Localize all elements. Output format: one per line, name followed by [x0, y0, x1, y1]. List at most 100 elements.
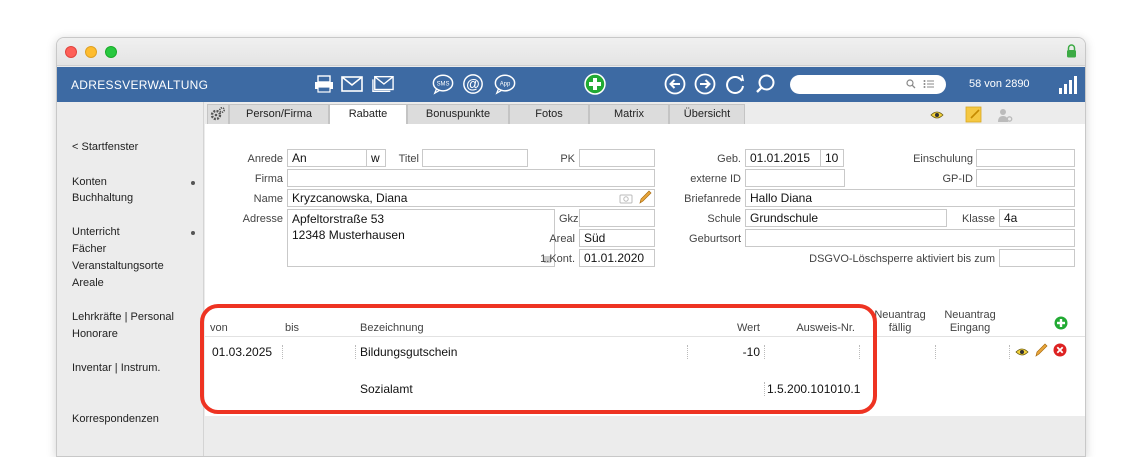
sidebar-item-inventar[interactable]: Inventar | Instrum. — [72, 362, 160, 374]
list-options-icon[interactable] — [923, 79, 935, 89]
gp-id-label: GP-ID — [942, 173, 973, 185]
add-row-icon[interactable] — [1054, 316, 1068, 330]
col-header-neuantrag-faellig-line1: Neuantrag — [874, 309, 926, 321]
briefanrede-field[interactable]: Hallo Diana — [745, 189, 1075, 207]
anrede-field[interactable]: An — [287, 149, 367, 167]
tab-bar: Person/Firma Rabatte Bonuspunkte Fotos M… — [205, 102, 1085, 125]
tab-uebersicht[interactable]: Übersicht — [669, 104, 745, 124]
rabatte-panel: Anrede An w Titel PK Firma Name Kryzcano… — [205, 124, 1085, 416]
add-icon[interactable] — [584, 73, 606, 95]
delete-row-icon[interactable] — [1053, 343, 1067, 357]
mail-icon[interactable] — [341, 73, 363, 95]
app-icon[interactable]: App — [494, 73, 516, 95]
titel-label: Titel — [398, 153, 419, 165]
main-toolbar: ADRESSVERWALTUNG SMS @ App 58 von 2890 — [57, 67, 1085, 102]
tab-bonuspunkte[interactable]: Bonuspunkte — [407, 104, 509, 124]
schule-field[interactable]: Grundschule — [745, 209, 947, 227]
user-settings-icon[interactable] — [997, 107, 1013, 123]
firma-field[interactable] — [287, 169, 655, 187]
minimize-window-button[interactable] — [85, 46, 97, 58]
tab-fotos[interactable]: Fotos — [509, 104, 589, 124]
svg-text:App: App — [500, 81, 511, 87]
row-sub-ausweis: 1.5.200.101010.1 — [767, 382, 861, 396]
tab-rabatte[interactable]: Rabatte — [329, 104, 407, 125]
eye-icon[interactable] — [930, 110, 944, 120]
sidebar-item-startfenster[interactable]: < Startfenster — [72, 141, 138, 153]
adresse-field[interactable]: Apfeltorstraße 53 12348 Musterhausen — [287, 209, 555, 267]
row-sub-bezeichnung: Sozialamt — [360, 382, 413, 396]
sidebar-item-areale[interactable]: Areale — [72, 277, 104, 289]
print-icon[interactable] — [313, 73, 335, 95]
sidebar-item-faecher[interactable]: Fächer — [72, 243, 106, 255]
adresse-label: Adresse — [242, 213, 283, 225]
zoom-window-button[interactable] — [105, 46, 117, 58]
dsgvo-field[interactable] — [999, 249, 1075, 267]
areal-field[interactable]: Süd — [579, 229, 655, 247]
row-von: 01.03.2025 — [212, 345, 273, 359]
tab-matrix[interactable]: Matrix — [589, 104, 669, 124]
gkz-field[interactable] — [579, 209, 655, 227]
sidebar-item-honorare[interactable]: Honorare — [72, 328, 118, 340]
geburtsort-field[interactable] — [745, 229, 1075, 247]
erstkontakt-field[interactable]: 01.01.2020 — [579, 249, 655, 267]
table-header-divider — [205, 336, 1085, 337]
lower-background — [205, 416, 1085, 456]
col-header-neuantrag-eingang: Neuantrag Eingang — [935, 309, 1005, 335]
pk-label: PK — [560, 153, 575, 165]
row-bezeichnung: Bildungsgutschein — [360, 345, 458, 359]
close-window-button[interactable] — [65, 46, 77, 58]
externe-id-field[interactable] — [745, 169, 845, 187]
erstkontakt-label: 1.Kont. — [540, 253, 575, 265]
col-header-bis: bis — [285, 322, 300, 334]
col-header-ausweis: Ausweis-Nr. — [796, 322, 855, 334]
title-bar — [57, 38, 1085, 66]
column-separator — [764, 345, 765, 359]
sidebar-item-lehrkraefte[interactable]: Lehrkräfte | Personal — [72, 311, 174, 323]
forward-arrow-icon[interactable] — [694, 73, 716, 95]
einschulung-field[interactable] — [976, 149, 1075, 167]
sidebar-item-buchhaltung[interactable]: Buchhaltung — [72, 192, 133, 204]
sidebar-item-unterricht[interactable]: Unterricht — [72, 226, 120, 238]
sidebar: < Startfenster Konten Buchhaltung Unterr… — [57, 102, 204, 456]
sidebar-item-veranstaltungsorte[interactable]: Veranstaltungsorte — [72, 260, 164, 272]
lock-icon — [1067, 44, 1076, 58]
sms-icon[interactable]: SMS — [432, 73, 454, 95]
name-label: Name — [253, 193, 283, 205]
gp-id-field[interactable] — [976, 169, 1075, 187]
column-separator — [935, 345, 936, 359]
edit-row-pencil-icon[interactable] — [1034, 343, 1048, 358]
camera-icon[interactable] — [619, 193, 633, 204]
view-row-eye-icon[interactable] — [1015, 347, 1029, 357]
tab-person-firma[interactable]: Person/Firma — [229, 104, 329, 124]
col-header-neuantrag-faellig: Neuantrag fällig — [865, 309, 935, 335]
einschulung-label: Einschulung — [913, 153, 973, 165]
at-icon[interactable]: @ — [462, 73, 484, 95]
geburtsdatum-field[interactable]: 01.01.2015 — [745, 149, 821, 167]
sidebar-item-konten[interactable]: Konten — [72, 176, 107, 188]
adresse-line1: Apfeltorstraße 53 — [292, 212, 385, 226]
search-icon[interactable] — [754, 73, 776, 95]
mail-open-icon[interactable] — [372, 73, 394, 95]
col-header-neuantrag-faellig-line2: fällig — [888, 322, 912, 334]
column-separator — [859, 345, 860, 359]
settings-tab[interactable] — [207, 104, 229, 124]
geburtsort-label: Geburtsort — [689, 233, 741, 245]
klasse-field[interactable]: 4a — [999, 209, 1075, 227]
gender-field[interactable]: w — [366, 149, 386, 167]
column-separator — [355, 345, 356, 359]
gkz-label: Gkz — [559, 213, 579, 225]
titel-field[interactable] — [422, 149, 528, 167]
pk-field[interactable] — [579, 149, 655, 167]
name-field[interactable]: Kryzcanowska, Diana — [287, 189, 655, 207]
sidebar-item-korrespondenzen[interactable]: Korrespondenzen — [72, 413, 159, 425]
record-counter: 58 von 2890 — [969, 78, 1030, 90]
refresh-icon[interactable] — [724, 73, 746, 95]
pencil-icon[interactable] — [638, 190, 652, 205]
col-header-neuantrag-eingang-line1: Neuantrag — [944, 309, 996, 321]
briefanrede-label: Briefanrede — [684, 193, 741, 205]
note-icon[interactable] — [965, 106, 983, 124]
search-field-icon — [906, 79, 916, 89]
back-arrow-icon[interactable] — [664, 73, 686, 95]
app-window: ADRESSVERWALTUNG SMS @ App 58 von 2890 <… — [56, 37, 1086, 457]
svg-text:@: @ — [466, 77, 479, 92]
